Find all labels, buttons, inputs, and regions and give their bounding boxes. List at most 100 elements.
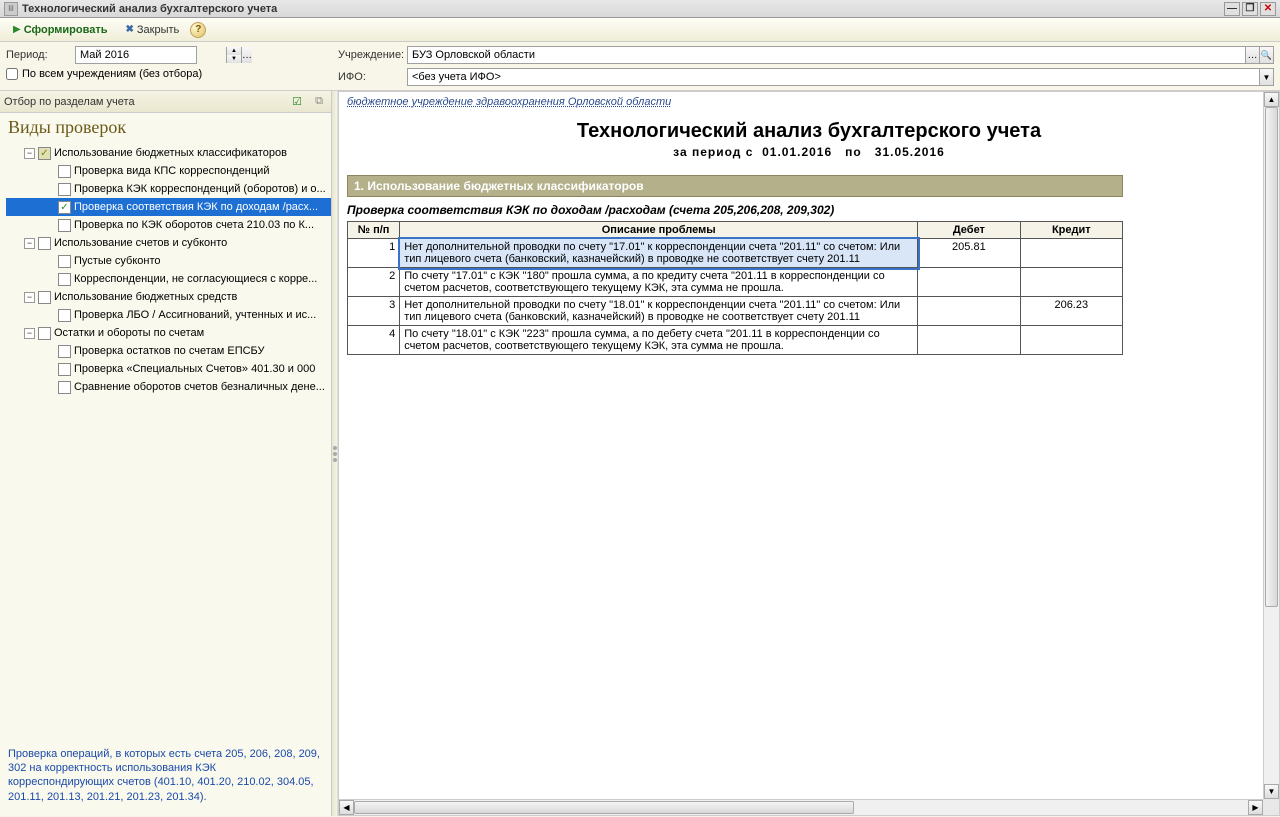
col-desc: Описание проблемы [400,222,918,239]
report-table[interactable]: № п/п Описание проблемы Дебет Кредит 1Не… [347,221,1123,355]
all-orgs-checkbox[interactable] [6,68,18,80]
tree-item[interactable]: Проверка «Специальных Счетов» 401.30 и 0… [6,360,331,378]
check-all-icon[interactable]: ☑ [289,94,305,110]
cell-credit [1020,239,1122,268]
cell-desc[interactable]: Нет дополнительной проводки по счету "18… [400,297,918,326]
table-row[interactable]: 1Нет дополнительной проводки по счету "1… [348,239,1123,268]
play-icon: ▶ [13,24,21,35]
org-combo[interactable]: … 🔍 [407,46,1274,64]
tree-group[interactable]: −Использование бюджетных средств [6,288,331,306]
col-debit: Дебет [918,222,1020,239]
tree-item[interactable]: Пустые субконто [6,252,331,270]
cell-credit [1020,326,1122,355]
org-input[interactable] [408,47,1245,63]
help-button[interactable]: ? [190,22,206,38]
cell-debit [918,297,1020,326]
tree-item[interactable]: Проверка КЭК корреспонденций (оборотов) … [6,180,331,198]
item-checkbox[interactable] [58,219,71,232]
generate-label: Сформировать [24,24,108,36]
scroll-thumb-h[interactable] [354,801,854,814]
sidebar-footer: Проверка операций, в которых есть счета … [0,741,331,810]
item-checkbox[interactable] [58,183,71,196]
item-checkbox[interactable] [58,309,71,322]
tree-item[interactable]: Проверка остатков по счетам ЕПСБУ [6,342,331,360]
item-checkbox[interactable] [58,273,71,286]
group-label: Остатки и обороты по счетам [54,327,204,339]
tree-group[interactable]: − Использование счетов и субконто [6,234,331,252]
cell-desc[interactable]: Нет дополнительной проводки по счету "17… [400,239,918,268]
cell-desc[interactable]: По счету "17.01" с КЭК "180" прошла сумм… [400,268,918,297]
ifo-dropdown-button[interactable]: ▼ [1259,69,1273,85]
cell-n: 4 [348,326,400,355]
org-picker-button[interactable]: … [1245,47,1259,63]
table-row[interactable]: 3Нет дополнительной проводки по счету "1… [348,297,1123,326]
expander-icon[interactable]: − [24,148,35,159]
item-checkbox[interactable] [58,255,71,268]
item-label: Проверка вида КПС корреспонденций [74,165,269,177]
minimize-button[interactable]: — [1224,2,1240,16]
x-icon: ✖ [126,24,134,35]
cell-n: 1 [348,239,400,268]
group-checkbox[interactable] [38,327,51,340]
group-checkbox[interactable] [38,291,51,304]
filters: Период: ▲ ▼ … По всем учреждениям (без о… [0,42,1280,91]
app-icon: lil [4,2,18,16]
checks-tree[interactable]: −Использование бюджетных классификаторов… [0,142,331,816]
close-window-button[interactable]: ✕ [1260,2,1276,16]
table-row[interactable]: 4По счету "18.01" с КЭК "223" прошла сум… [348,326,1123,355]
tree-group[interactable]: −Использование бюджетных классификаторов [6,144,331,162]
scrollbar-horizontal[interactable]: ◀ ▶ [339,799,1263,815]
scroll-left-button[interactable]: ◀ [339,800,354,815]
item-label: Проверка ЛБО / Ассигнований, учтенных и … [74,309,316,321]
sidebar: Отбор по разделам учета ☑ ⧉ Виды проверо… [0,91,332,816]
item-checkbox[interactable] [58,363,71,376]
copy-icon[interactable]: ⧉ [311,94,327,110]
generate-button[interactable]: ▶ Сформировать [6,21,115,39]
group-label: Использование счетов и субконто [54,237,227,249]
maximize-button[interactable]: ❐ [1242,2,1258,16]
org-label: Учреждение: [338,49,403,61]
period-combo[interactable]: ▲ ▼ … [75,46,197,64]
tree-item[interactable]: Сравнение оборотов счетов безналичных де… [6,378,331,396]
scrollbar-corner [1263,799,1279,815]
toolbar: ▶ Сформировать ✖ Закрыть ? [0,18,1280,42]
period-picker-button[interactable]: … [241,47,252,63]
item-label: Проверка «Специальных Счетов» 401.30 и 0… [74,363,315,375]
period-spin-up[interactable]: ▲ [227,47,241,55]
scroll-right-button[interactable]: ▶ [1248,800,1263,815]
scroll-up-button[interactable]: ▲ [1264,92,1279,107]
cell-n: 2 [348,268,400,297]
all-orgs-check[interactable]: По всем учреждениям (без отбора) [6,68,326,80]
tree-item[interactable]: Проверка вида КПС корреспонденций [6,162,331,180]
expander-icon[interactable]: − [24,238,35,249]
cell-debit [918,326,1020,355]
item-checkbox[interactable] [58,381,71,394]
period-input[interactable] [76,47,226,63]
group-checkbox[interactable] [38,237,51,250]
check-title: Проверка соответствия КЭК по доходам /ра… [347,203,1271,217]
tree-item[interactable]: Корреспонденции, не согласующиеся с корр… [6,270,331,288]
ifo-combo[interactable]: ▼ [407,68,1274,86]
tree-item[interactable]: Проверка ЛБО / Ассигнований, учтенных и … [6,306,331,324]
tree-item[interactable]: Проверка соответствия КЭК по доходам /ра… [6,198,331,216]
close-label: Закрыть [137,24,179,36]
expander-icon[interactable]: − [24,292,35,303]
tree-item[interactable]: Проверка по КЭК оборотов счета 210.03 по… [6,216,331,234]
close-button[interactable]: ✖ Закрыть [119,21,187,39]
item-checkbox[interactable] [58,165,71,178]
scrollbar-vertical[interactable]: ▲ ▼ [1263,92,1279,799]
org-search-icon[interactable]: 🔍 [1259,47,1273,63]
item-checkbox[interactable] [58,201,71,214]
item-checkbox[interactable] [58,345,71,358]
cell-credit: 206.23 [1020,297,1122,326]
cell-desc[interactable]: По счету "18.01" с КЭК "223" прошла сумм… [400,326,918,355]
ifo-input[interactable] [408,69,1259,85]
group-checkbox[interactable] [38,147,51,160]
sidebar-title: Виды проверок [0,113,331,142]
scroll-thumb-v[interactable] [1265,107,1278,607]
scroll-down-button[interactable]: ▼ [1264,784,1279,799]
tree-group[interactable]: − Остатки и обороты по счетам [6,324,331,342]
expander-icon[interactable]: − [24,328,35,339]
period-spin-down[interactable]: ▼ [227,55,241,63]
table-row[interactable]: 2По счету "17.01" с КЭК "180" прошла сум… [348,268,1123,297]
